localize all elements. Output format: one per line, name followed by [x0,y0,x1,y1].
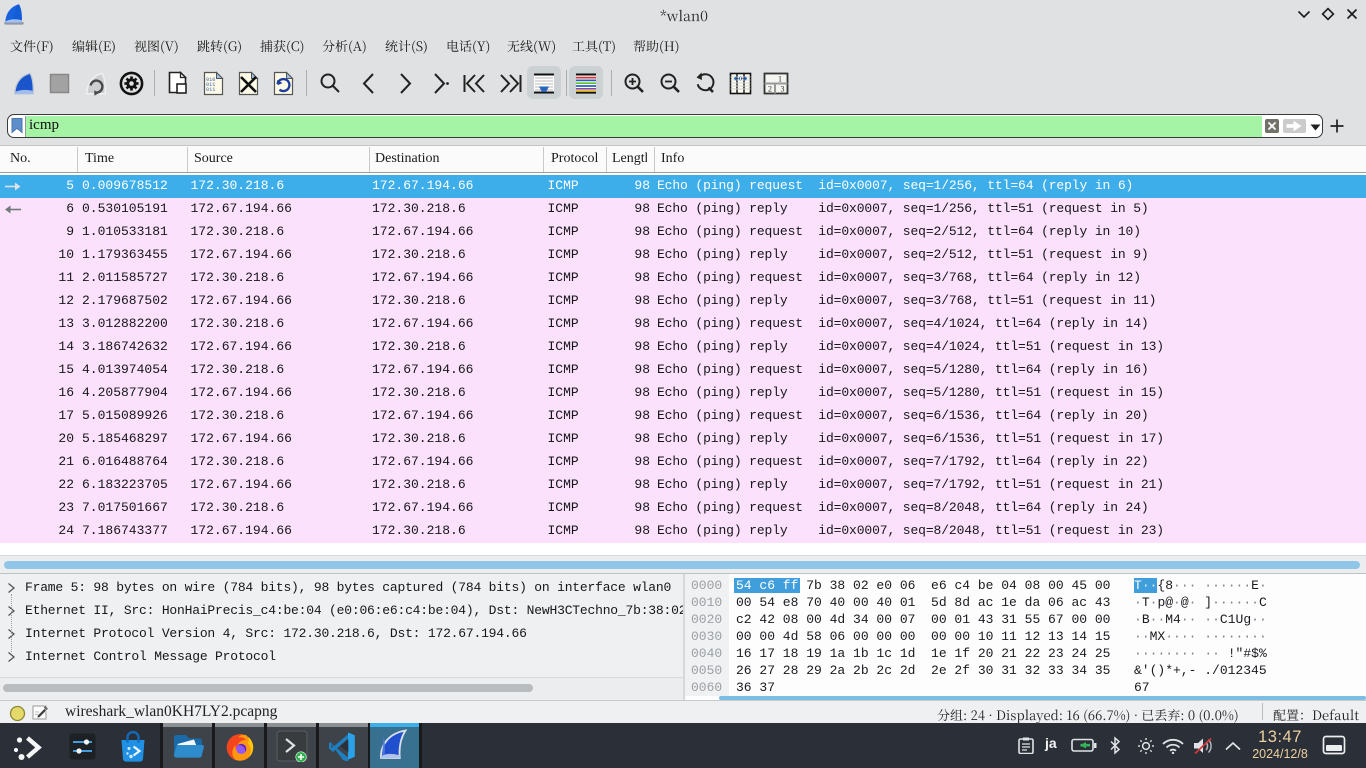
svg-text:1: 1 [778,75,782,84]
svg-text:011: 011 [206,87,215,93]
svg-text:2: 2 [768,85,772,94]
svg-text:3: 3 [781,85,785,94]
